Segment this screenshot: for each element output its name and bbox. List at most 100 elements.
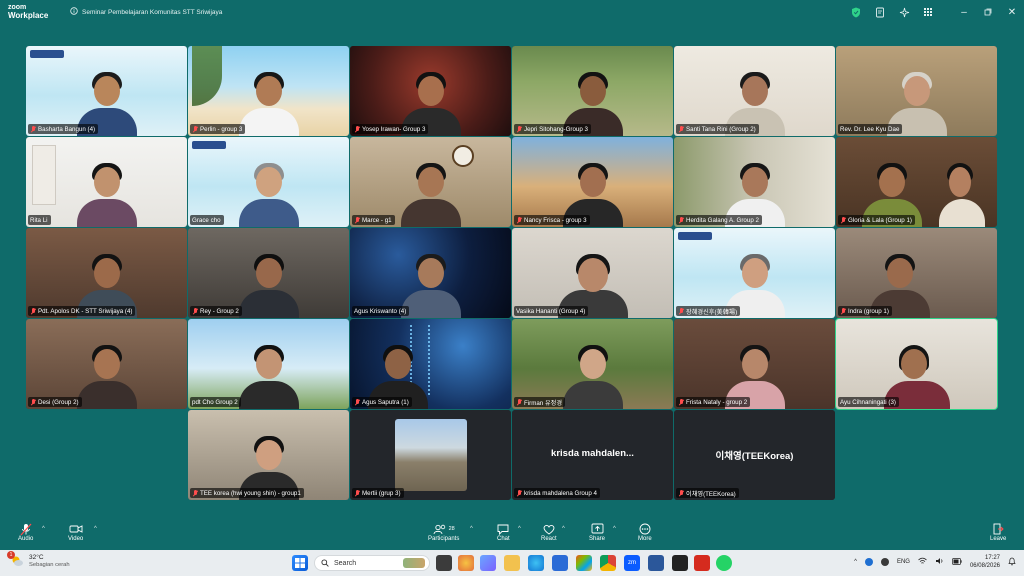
notification-bell-icon[interactable] bbox=[1008, 557, 1016, 568]
participants-count: 28 bbox=[448, 526, 455, 532]
zoom-app-icon[interactable]: zm bbox=[624, 555, 640, 571]
video-button[interactable]: Video bbox=[68, 522, 83, 542]
wifi-icon[interactable] bbox=[918, 557, 927, 567]
participant-tile-no-video[interactable]: krisda mahdalen... krisda mahdalena Grou… bbox=[512, 410, 673, 500]
participant-tile[interactable]: Jepri Sitohang-Group 3 bbox=[512, 46, 673, 136]
copilot-icon[interactable] bbox=[458, 555, 474, 571]
participant-tile[interactable]: Grace cho bbox=[188, 137, 349, 227]
tray-app-icon-2[interactable] bbox=[880, 558, 889, 566]
name-label: Mertii (grup 3) bbox=[352, 488, 404, 498]
mic-muted-icon bbox=[516, 125, 522, 133]
display-name: krisda mahdalen... bbox=[551, 448, 634, 459]
acrobat-icon[interactable] bbox=[694, 555, 710, 571]
mic-muted-icon bbox=[354, 125, 360, 133]
name-label: Jepri Sitohang-Group 3 bbox=[514, 124, 591, 134]
participant-tile[interactable]: Firman 유정경 bbox=[512, 319, 673, 409]
react-button[interactable]: React bbox=[541, 522, 557, 542]
word-icon[interactable] bbox=[648, 555, 664, 571]
ai-companion-icon[interactable] bbox=[894, 2, 914, 22]
weather-widget[interactable]: 1 32°C Sebagian cerah bbox=[7, 551, 70, 568]
shield-icon[interactable] bbox=[846, 2, 866, 22]
participant-tile-avatar[interactable]: Mertii (grup 3) bbox=[350, 410, 511, 500]
participant-tile[interactable]: Yosep Irawan- Group 3 bbox=[350, 46, 511, 136]
widgets-icon[interactable] bbox=[480, 555, 496, 571]
participant-tile[interactable]: Nancy Frisca - group 3 bbox=[512, 137, 673, 227]
windows-start-icon[interactable] bbox=[292, 555, 308, 571]
close-button[interactable]: ✕ bbox=[1000, 0, 1024, 24]
audio-button[interactable]: Audio bbox=[18, 522, 33, 542]
participant-tile[interactable]: Vasika Hananti (Group 4) bbox=[512, 228, 673, 318]
name-label: Rey - Group 2 bbox=[190, 306, 242, 316]
media-app-icon[interactable] bbox=[672, 555, 688, 571]
clock-time: 17:27 bbox=[984, 555, 1000, 561]
outlook-icon[interactable] bbox=[552, 555, 568, 571]
more-button[interactable]: More bbox=[638, 522, 652, 542]
meeting-info[interactable]: Seminar Pembelajaran Komunitas STT Sriwi… bbox=[70, 7, 222, 17]
volume-icon[interactable] bbox=[935, 557, 944, 567]
share-screen-icon bbox=[591, 522, 604, 536]
taskbar-search[interactable]: Search bbox=[314, 555, 430, 571]
participant-tile[interactable]: Santi Tana Rini (Group 2) bbox=[674, 46, 835, 136]
participant-tile[interactable]: Herdita Galang A. Group 2 bbox=[674, 137, 835, 227]
participants-options-caret[interactable]: ^ bbox=[470, 526, 473, 532]
name-label: krisda mahdalena Group 4 bbox=[514, 488, 600, 498]
chat-button[interactable]: Chat bbox=[497, 522, 510, 542]
name-label: Herdita Galang A. Group 2 bbox=[676, 215, 762, 225]
mic-muted-icon bbox=[30, 307, 36, 315]
chat-options-caret[interactable]: ^ bbox=[518, 526, 521, 532]
language-indicator[interactable]: ENG bbox=[897, 559, 910, 565]
participant-tile[interactable]: 장혜경신후(美韓場) bbox=[674, 228, 835, 318]
restore-button[interactable] bbox=[976, 0, 1000, 24]
participant-tile[interactable]: Rita Li bbox=[26, 137, 187, 227]
participant-tile[interactable]: Indra (group 1) bbox=[836, 228, 997, 318]
meeting-toolbar: Audio ^ Video ^ 28 Participants ^ Chat ^… bbox=[0, 520, 1024, 550]
participant-tile-active-speaker[interactable]: Ayu Cihnaningati (3) bbox=[835, 318, 998, 410]
participant-tile-no-video[interactable]: 이채영(TEEKorea) 이채영(TEEKorea) bbox=[674, 410, 835, 500]
mic-muted-icon bbox=[516, 216, 522, 224]
share-label: Share bbox=[589, 536, 606, 542]
react-options-caret[interactable]: ^ bbox=[562, 526, 565, 532]
participant-tile[interactable]: Basharta Bangun (4) bbox=[26, 46, 187, 136]
chrome-icon[interactable] bbox=[600, 555, 616, 571]
participant-tile[interactable]: Perlin - group 3 bbox=[188, 46, 349, 136]
video-options-caret[interactable]: ^ bbox=[94, 526, 97, 532]
file-explorer-icon[interactable] bbox=[504, 555, 520, 571]
edge-browser-icon[interactable] bbox=[528, 555, 544, 571]
participant-tile[interactable]: Gloria & Lala (Group 1) bbox=[836, 137, 997, 227]
participant-tile[interactable]: Frista Nataly - group 2 bbox=[674, 319, 835, 409]
share-options-caret[interactable]: ^ bbox=[613, 526, 616, 532]
tray-app-icon[interactable] bbox=[864, 558, 873, 566]
participant-tile[interactable]: Agus Saputra (1) bbox=[350, 319, 511, 409]
minimize-button[interactable]: – bbox=[952, 0, 976, 24]
participant-tile[interactable]: pdt Cho Group 2 bbox=[188, 319, 349, 409]
participant-tile[interactable]: Rev. Dr. Lee Kyu Dae bbox=[836, 46, 997, 136]
share-button[interactable]: Share bbox=[589, 522, 605, 542]
participants-label: Participants bbox=[428, 536, 460, 542]
audio-options-caret[interactable]: ^ bbox=[42, 526, 45, 532]
participant-tile[interactable]: Marce - g1 bbox=[350, 137, 511, 227]
task-view-icon[interactable] bbox=[436, 555, 452, 571]
notes-icon[interactable] bbox=[870, 2, 890, 22]
mic-muted-icon bbox=[678, 216, 684, 224]
video-camera-icon bbox=[69, 522, 83, 536]
participant-tile[interactable]: Pdt. Apolos DK - STT Sriwijaya (4) bbox=[26, 228, 187, 318]
chevron-up-icon[interactable]: ^ bbox=[854, 559, 857, 565]
leave-button[interactable]: Leave bbox=[990, 522, 1006, 542]
name-label: TEE korea (hwi young shin) - group1 bbox=[190, 488, 304, 498]
info-icon[interactable] bbox=[70, 7, 78, 17]
mic-muted-icon bbox=[20, 522, 32, 536]
participant-tile[interactable]: Rey - Group 2 bbox=[188, 228, 349, 318]
store-icon[interactable] bbox=[576, 555, 592, 571]
mic-muted-icon bbox=[516, 398, 522, 406]
apps-grid-icon[interactable] bbox=[918, 2, 938, 22]
battery-icon[interactable] bbox=[952, 557, 962, 567]
participants-button[interactable]: 28 Participants bbox=[428, 522, 459, 542]
chat-bubble-icon bbox=[497, 522, 509, 536]
participant-tile[interactable]: TEE korea (hwi young shin) - group1 bbox=[188, 410, 349, 500]
taskbar-clock[interactable]: 17:27 06/08/2026 bbox=[970, 554, 1000, 570]
participant-tile[interactable]: Desi (Group 2) bbox=[26, 319, 187, 409]
whatsapp-icon[interactable] bbox=[716, 555, 732, 571]
participant-tile[interactable]: Agus Kriswanto (4) bbox=[350, 228, 511, 318]
name-label: Rev. Dr. Lee Kyu Dae bbox=[838, 124, 903, 134]
name-label: Nancy Frisca - group 3 bbox=[514, 215, 590, 225]
